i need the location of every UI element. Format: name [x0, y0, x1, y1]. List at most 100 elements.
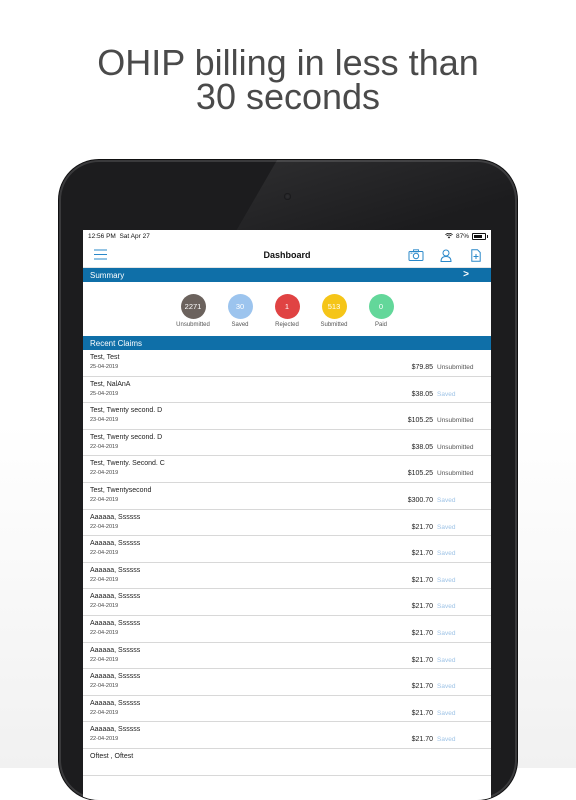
claim-row[interactable]: Test, NalAnA 25-04-2019 $38.05 Saved	[83, 377, 491, 404]
claim-name: Test, Twenty second. D	[90, 407, 163, 415]
claim-date: 22-04-2019	[90, 603, 119, 610]
claim-date: 22-04-2019	[90, 470, 119, 477]
claim-name: Aaaaaa, Ssssss	[90, 673, 141, 681]
stat-label: Submitted	[320, 322, 348, 328]
claim-amount: $21.70	[411, 523, 433, 531]
battery-percent: 87%	[455, 232, 469, 240]
claim-amount: $38.05	[411, 390, 433, 398]
status-time: 12:56 PM	[88, 232, 116, 240]
claim-amount: $105.25	[407, 417, 433, 425]
claim-date: 22-04-2019	[90, 656, 119, 663]
claim-amount: $38.05	[411, 443, 433, 451]
nav-bar: Dashboard	[83, 242, 491, 268]
claim-amount: $21.70	[411, 576, 433, 584]
claim-name: Test, NalAnA	[90, 380, 131, 388]
claim-name: Test, Test	[90, 354, 120, 361]
claim-date: 22-04-2019	[90, 629, 119, 636]
stat-rejected[interactable]: 1 Rejected	[269, 294, 305, 336]
stat-label: Saved	[231, 322, 249, 328]
recent-claims-label: Recent Claims	[90, 338, 143, 348]
stat-unsubmitted[interactable]: 2271 Unsubmitted	[175, 294, 211, 336]
status-bar: 12:56 PM Sat Apr 27 87%	[83, 230, 491, 242]
ipad-frame: 12:56 PM Sat Apr 27 87% Dashboard Summar…	[59, 160, 517, 800]
battery-icon	[472, 232, 488, 240]
claim-status: Saved	[437, 603, 456, 611]
stat-label: Paid	[374, 322, 387, 328]
claim-amount: $105.25	[407, 470, 433, 478]
claim-row[interactable]: Aaaaaa, Ssssss 22-04-2019 $21.70 Saved	[83, 722, 491, 749]
app-screen: 12:56 PM Sat Apr 27 87% Dashboard Summar…	[83, 230, 491, 800]
claim-status: Unsubmitted	[437, 443, 474, 451]
document-add-icon	[471, 248, 481, 262]
claim-row[interactable]: Test, Test 25-04-2019 $79.85 Unsubmitted	[83, 350, 491, 377]
claim-row[interactable]: Aaaaaa, Ssssss 22-04-2019 $21.70 Saved	[83, 536, 491, 563]
claims-list: Test, Test 25-04-2019 $79.85 Unsubmitted Tes…	[83, 350, 491, 776]
claim-status: Saved	[437, 629, 456, 637]
claim-row[interactable]: Oftest , Oftest	[83, 749, 491, 776]
claim-row[interactable]: Aaaaaa, Ssssss 22-04-2019 $21.70 Saved	[83, 563, 491, 590]
claim-status: Saved	[437, 576, 456, 584]
claim-row[interactable]: Test, Twentysecond 22-04-2019 $300.70 Saved	[83, 483, 491, 510]
claim-date: 22-04-2019	[90, 550, 119, 557]
claim-name: Test, Twenty. Second. C	[90, 460, 165, 468]
profile-button[interactable]	[431, 247, 461, 263]
stat-circle: 1	[274, 294, 300, 319]
stat-circle: 30	[227, 294, 253, 319]
claim-date: 22-04-2019	[90, 523, 119, 530]
claim-row[interactable]: Aaaaaa, Ssssss 22-04-2019 $21.70 Saved	[83, 510, 491, 537]
headline-line-1: OHIP billing in less than	[97, 42, 479, 83]
claim-row[interactable]: Test, Twenty second. D 22-04-2019 $38.05 Un…	[83, 430, 491, 457]
claim-row[interactable]: Aaaaaa, Ssssss 22-04-2019 $21.70 Saved	[83, 616, 491, 643]
claim-date: 25-04-2019	[90, 390, 119, 397]
claim-row[interactable]: Test, Twenty. Second. C 22-04-2019 $105.25…	[83, 456, 491, 483]
claim-name: Aaaaaa, Ssssss	[90, 726, 141, 734]
claim-status: Saved	[437, 496, 456, 504]
claim-amount: $21.70	[411, 683, 433, 691]
summary-chevron-icon[interactable]: >	[463, 269, 469, 280]
stat-circle: 513	[321, 294, 347, 319]
claim-row[interactable]: Aaaaaa, Ssssss 22-04-2019 $21.70 Saved	[83, 589, 491, 616]
claim-status: Saved	[437, 550, 456, 558]
camera-button[interactable]	[401, 247, 431, 263]
stat-circle: 2271	[180, 294, 206, 319]
claim-status: Saved	[437, 736, 456, 744]
claim-amount: $21.70	[411, 656, 433, 664]
claim-status: Saved	[437, 390, 456, 398]
claim-row[interactable]: Aaaaaa, Ssssss 22-04-2019 $21.70 Saved	[83, 696, 491, 723]
headline-line-2: 30 seconds	[195, 76, 381, 117]
bezel-glare	[230, 160, 517, 240]
claim-name: Aaaaaa, Ssssss	[90, 646, 141, 654]
summary-header[interactable]: Summary >	[83, 268, 491, 282]
claim-name: Aaaaaa, Ssssss	[90, 619, 141, 627]
stat-paid[interactable]: 0 Paid	[363, 294, 399, 336]
claim-row[interactable]: Aaaaaa, Ssssss 22-04-2019 $21.70 Saved	[83, 669, 491, 696]
new-claim-button[interactable]	[461, 247, 491, 263]
stat-submitted[interactable]: 513 Submitted	[316, 294, 352, 336]
claim-status: Unsubmitted	[437, 364, 474, 371]
claim-date: 22-04-2019	[90, 709, 119, 716]
claim-amount: $21.70	[411, 709, 433, 717]
claim-row[interactable]: Test, Twenty second. D 23-04-2019 $105.25 U…	[83, 403, 491, 430]
camera-icon	[408, 249, 424, 261]
summary-stats: 2271 Unsubmitted 30 Saved 1 Rejected 513…	[83, 282, 491, 336]
claim-date: 22-04-2019	[90, 736, 119, 743]
claim-name: Test, Twenty second. D	[90, 433, 163, 441]
claim-name: Aaaaaa, Ssssss	[90, 540, 141, 548]
claim-amount: $21.70	[411, 736, 433, 744]
claim-row[interactable]: Aaaaaa, Ssssss 22-04-2019 $21.70 Saved	[83, 643, 491, 670]
claim-date: 22-04-2019	[90, 683, 119, 690]
promo-headline: OHIP billing in less than 30 seconds	[0, 42, 576, 117]
stat-label: Rejected	[275, 322, 299, 328]
claim-status: Unsubmitted	[437, 417, 474, 425]
claim-amount: $21.70	[411, 603, 433, 611]
stat-label: Unsubmitted	[176, 322, 210, 328]
stat-saved[interactable]: 30 Saved	[222, 294, 258, 336]
user-icon	[440, 249, 452, 262]
summary-label: Summary	[90, 270, 125, 280]
claim-date: 25-04-2019	[90, 364, 119, 370]
claim-name: Aaaaaa, Ssssss	[90, 699, 141, 707]
claim-name: Aaaaaa, Ssssss	[90, 593, 141, 601]
claim-status: Saved	[437, 709, 456, 717]
camera-icon	[284, 193, 291, 200]
claim-amount: $300.70	[407, 496, 433, 504]
